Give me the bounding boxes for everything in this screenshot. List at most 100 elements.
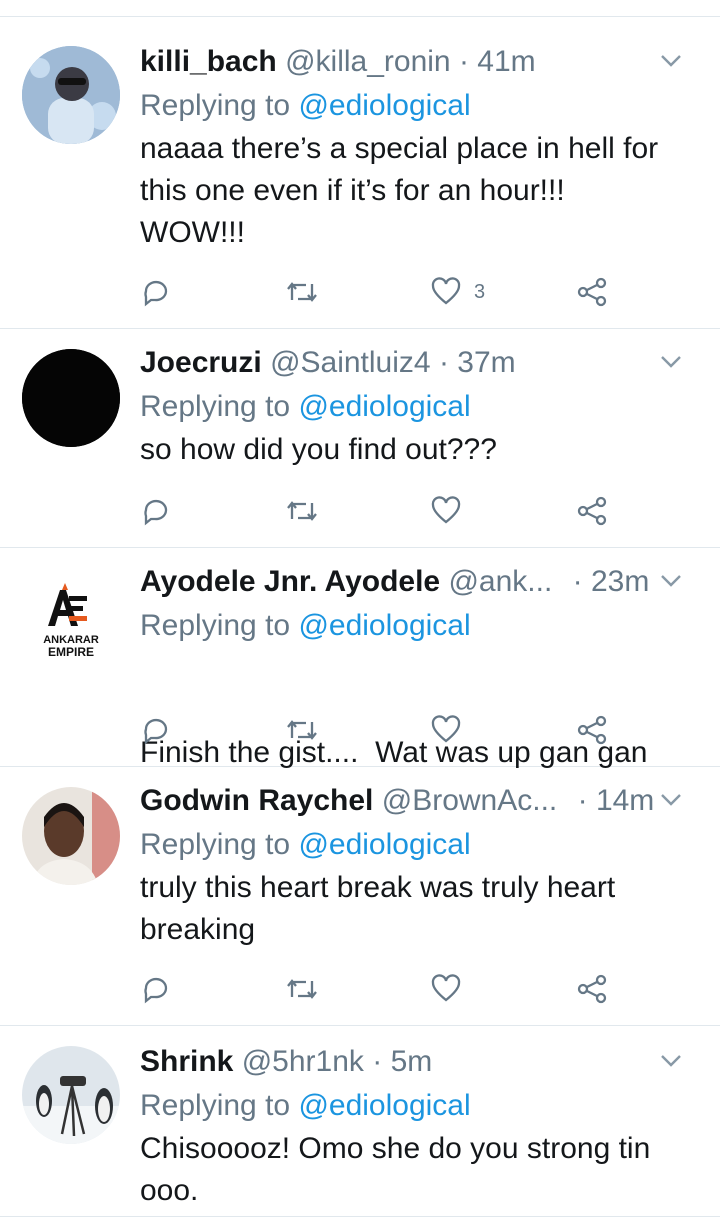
like-button[interactable] (430, 491, 462, 531)
retweet-button[interactable] (284, 710, 320, 750)
replying-to-label: Replying to (140, 89, 291, 122)
tweet-header: Shrink @5hr1nk · 5m (140, 1040, 706, 1084)
retweet-icon (287, 282, 317, 302)
tweet-text: naaaa there’s a special place in hell fo… (140, 128, 706, 254)
like-button[interactable] (430, 969, 462, 1009)
mention-link[interactable]: @ediological (298, 609, 470, 642)
replying-to-label: Replying to (140, 828, 291, 861)
timestamp[interactable]: 14m (596, 784, 654, 817)
share-button[interactable] (576, 969, 608, 1009)
replying-to: Replying to @ediological (140, 1084, 706, 1128)
tweet-text: so how did you find out??? (140, 429, 706, 471)
replying-to-label: Replying to (140, 1089, 291, 1122)
reply-button[interactable] (140, 710, 172, 750)
mention-link[interactable]: @ediological (298, 828, 470, 861)
top-divider (0, 16, 720, 17)
like-icon (431, 715, 461, 743)
user-handle[interactable]: @Saintluiz4 (270, 346, 431, 379)
retweet-button[interactable] (284, 969, 320, 1009)
like-button[interactable] (430, 710, 462, 750)
reply-icon (144, 499, 168, 526)
share-icon (577, 277, 607, 307)
mention-link[interactable]: @ediological (298, 1089, 470, 1122)
user-handle[interactable]: @BrownAc... (382, 784, 558, 817)
chevron-down-icon[interactable] (660, 793, 682, 807)
avatar[interactable] (22, 46, 120, 144)
tweet-header: killi_bach @killa_ronin · 41m (140, 40, 706, 84)
tweet-header: Godwin Raychel @BrownAc... · 14m (140, 779, 706, 823)
separator: · (572, 565, 583, 598)
user-handle[interactable]: @ank... (448, 565, 552, 598)
like-icon (431, 974, 461, 1002)
tweet-actions (140, 969, 620, 1009)
reply-icon (144, 718, 168, 745)
tweet-reply[interactable]: killi_bach @killa_ronin · 41m Replying t… (0, 26, 720, 329)
avatar[interactable] (22, 349, 120, 447)
reply-icon (144, 977, 168, 1004)
retweet-icon (287, 979, 317, 999)
share-button[interactable] (576, 710, 608, 750)
reply-button[interactable] (140, 272, 172, 312)
avatar[interactable] (22, 787, 120, 885)
display-name[interactable]: Ayodele Jnr. Ayodele (140, 565, 440, 598)
display-name[interactable]: killi_bach (140, 45, 277, 78)
like-icon (431, 496, 461, 524)
retweet-icon (287, 501, 317, 521)
avatar[interactable] (22, 1046, 120, 1144)
share-button[interactable] (576, 491, 608, 531)
tweet-text-line: Chisooooz! Omo she do you strong tin (140, 1132, 651, 1165)
avatar[interactable]: ANKARAR EMPIRE (22, 568, 120, 666)
retweet-icon (287, 720, 317, 740)
share-icon (577, 974, 607, 1004)
chevron-down-icon[interactable] (660, 355, 682, 369)
timestamp[interactable]: 41m (477, 45, 535, 78)
tweet-text-line: ooo. (140, 1174, 199, 1207)
replying-to-label: Replying to (140, 609, 291, 642)
display-name[interactable]: Shrink (140, 1045, 233, 1078)
replying-to: Replying to @ediological (140, 385, 706, 429)
tweet-header: Joecruzi @Saintluiz4 · 37m (140, 341, 706, 385)
display-name[interactable]: Godwin Raychel (140, 784, 373, 817)
tweet-text-line: breaking (140, 913, 256, 946)
separator: · (372, 1045, 383, 1078)
chevron-down-icon[interactable] (660, 1054, 682, 1068)
tweet-text-line: WOW!!! (140, 216, 245, 249)
tweet-text: Chisooooz! Omo she do you strong tin ooo… (140, 1128, 706, 1212)
like-icon (431, 277, 461, 305)
tweet-text-line: truly this heart break was truly heart (140, 871, 616, 904)
replying-to: Replying to @ediological (140, 84, 706, 128)
timestamp[interactable]: 5m (391, 1045, 433, 1078)
tweet-reply[interactable]: Joecruzi @Saintluiz4 · 37m Replying to @… (0, 329, 720, 548)
reply-button[interactable] (140, 969, 172, 1009)
like-button[interactable]: 3 (430, 272, 485, 312)
retweet-button[interactable] (284, 272, 320, 312)
tweet-header: Ayodele Jnr. Ayodele @ank... · 23m (140, 560, 706, 604)
tweet-reply[interactable]: Godwin Raychel @BrownAc... · 14m Replyin… (0, 767, 720, 1026)
retweet-button[interactable] (284, 491, 320, 531)
tweet-text: truly this heart break was truly heart b… (140, 867, 706, 951)
mention-link[interactable]: @ediological (298, 390, 470, 423)
mention-link[interactable]: @ediological (298, 89, 470, 122)
tweet-text-line: this one even if it’s for an hour!!! (140, 174, 565, 207)
chevron-down-icon[interactable] (660, 574, 682, 588)
share-icon (577, 496, 607, 526)
tweet-reply[interactable]: ANKARAR EMPIRE Ayodele Jnr. Ayodele @ank… (0, 548, 720, 769)
user-handle[interactable]: @5hr1nk (242, 1045, 364, 1078)
tweet-actions: 3 (140, 272, 620, 312)
like-count: 3 (474, 280, 486, 303)
separator: · (438, 346, 449, 379)
timestamp[interactable]: 23m (591, 565, 649, 598)
tweet-text-line: so how did you find out??? (140, 433, 497, 466)
user-handle[interactable]: @killa_ronin (285, 45, 451, 78)
timestamp[interactable]: 37m (457, 346, 515, 379)
share-button[interactable] (576, 272, 608, 312)
chevron-down-icon[interactable] (660, 54, 682, 68)
tweet-actions (140, 491, 620, 531)
replying-to: Replying to @ediological (140, 604, 706, 648)
replying-to-label: Replying to (140, 390, 291, 423)
reply-button[interactable] (140, 491, 172, 531)
display-name[interactable]: Joecruzi (140, 346, 262, 379)
avatar-logo-line: EMPIRE (48, 645, 94, 659)
tweet-reply[interactable]: Shrink @5hr1nk · 5m Replying to @ediolog… (0, 1026, 720, 1217)
share-icon (577, 715, 607, 745)
